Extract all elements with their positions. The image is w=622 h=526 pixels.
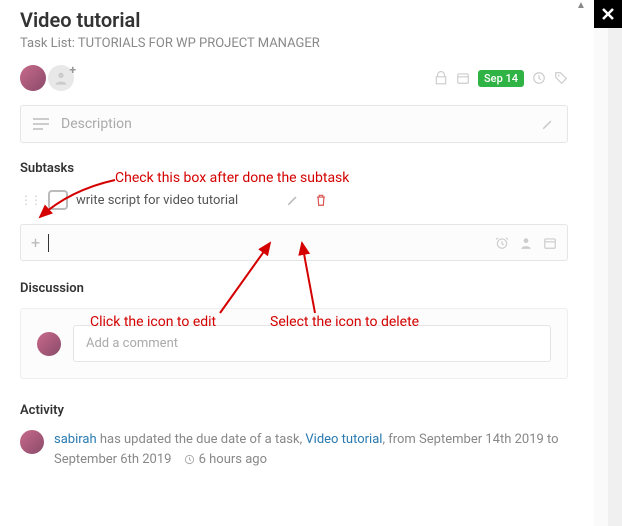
plus-icon: +	[31, 233, 40, 252]
comment-input[interactable]: Add a comment	[73, 325, 551, 362]
user-icon	[53, 70, 69, 86]
header-row: + Sep 14	[20, 65, 568, 91]
subtask-checkbox[interactable]	[48, 190, 68, 210]
scroll-up-arrow[interactable]: ▲	[574, 0, 588, 14]
meta-icons: Sep 14	[434, 70, 568, 87]
task-title: Video tutorial	[20, 8, 568, 32]
pencil-icon[interactable]	[541, 117, 555, 131]
activity-heading: Activity	[20, 403, 568, 418]
tag-icon[interactable]	[554, 71, 568, 85]
inner-scrollbar[interactable]	[594, 0, 608, 526]
subtask-text: write script for video tutorial	[76, 193, 278, 208]
discussion-heading: Discussion	[20, 281, 84, 296]
comment-box: Add a comment	[20, 308, 568, 379]
subtask-actions	[286, 193, 328, 207]
delete-subtask-button[interactable]	[314, 193, 328, 207]
activity-user[interactable]: sabirah	[54, 432, 97, 447]
assign-user-icon[interactable]	[519, 236, 533, 250]
avatar	[37, 332, 61, 356]
outer-scrollbar[interactable]	[608, 0, 622, 526]
activity-item: sabirah has updated the due date of a ta…	[20, 430, 568, 469]
new-subtask-input-row: +	[20, 224, 568, 261]
privacy-icon[interactable]	[434, 71, 448, 85]
tasklist-name[interactable]: TUTORIALS FOR WP PROJECT MANAGER	[78, 36, 320, 51]
pencil-icon	[286, 193, 300, 207]
tasklist-breadcrumb: Task List: TUTORIALS FOR WP PROJECT MANA…	[20, 36, 568, 51]
avatar	[20, 430, 44, 454]
close-button[interactable]	[594, 0, 622, 28]
alarm-icon[interactable]	[495, 236, 509, 250]
avatar[interactable]	[20, 65, 46, 91]
clock-icon	[184, 454, 195, 465]
description-box[interactable]: Description	[20, 105, 568, 143]
plus-icon: +	[69, 63, 76, 77]
description-placeholder: Description	[61, 116, 132, 132]
activity-time: 6 hours ago	[199, 452, 267, 467]
close-icon	[600, 6, 616, 22]
due-date-badge[interactable]: Sep 14	[478, 70, 524, 87]
subtasks-heading: Subtasks	[20, 161, 568, 176]
description-icon	[33, 117, 49, 131]
tasklist-prefix: Task List:	[20, 36, 78, 51]
subtask-row: ⋮⋮ write script for video tutorial	[20, 186, 568, 214]
activity-text: has updated the due date of a task,	[97, 432, 306, 447]
edit-subtask-button[interactable]	[286, 193, 300, 207]
calendar-icon[interactable]	[456, 71, 470, 85]
add-assignee-button[interactable]: +	[48, 65, 74, 91]
calendar-icon[interactable]	[543, 236, 557, 250]
clock-icon[interactable]	[532, 71, 546, 85]
assignee-avatars: +	[20, 65, 74, 91]
drag-handle-icon[interactable]: ⋮⋮	[20, 193, 40, 207]
task-modal: Video tutorial Task List: TUTORIALS FOR …	[0, 0, 588, 526]
trash-icon	[314, 193, 328, 207]
new-subtask-input[interactable]	[48, 234, 487, 252]
activity-task-link[interactable]: Video tutorial	[305, 432, 382, 447]
